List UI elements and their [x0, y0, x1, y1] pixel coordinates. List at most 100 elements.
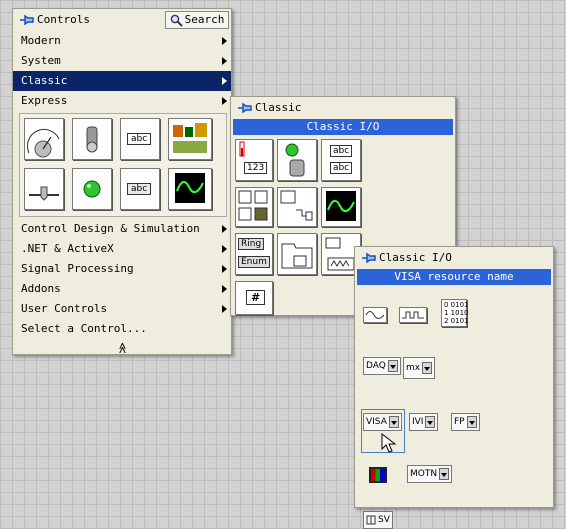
toggle-switch-icon[interactable] [72, 118, 112, 160]
classic-io-titlebar[interactable]: Classic I/O [355, 247, 553, 269]
menu-item-user-controls[interactable]: User Controls [13, 299, 231, 319]
digital-data-icon[interactable]: 0 0101 1 1010 2 0101 [441, 299, 469, 327]
shared-variable-control[interactable]: SV [363, 511, 393, 529]
dropdown-arrow-icon[interactable] [388, 416, 399, 428]
menu-item-addons[interactable]: Addons [13, 279, 231, 299]
menu-item-label: Addons [21, 282, 61, 295]
submenu-arrow-icon [222, 77, 227, 85]
pushpin-icon[interactable] [19, 13, 35, 27]
dropdown-arrow-icon[interactable] [387, 360, 398, 372]
menu-item-label: Modern [21, 34, 61, 47]
submenu-arrow-icon [222, 285, 227, 293]
submenu-arrow-icon [222, 97, 227, 105]
dropdown-arrow-icon[interactable] [422, 362, 433, 374]
motion-control[interactable]: MOTN [407, 465, 453, 483]
menu-item-classic[interactable]: Classic [13, 71, 231, 91]
refnum-label: # [246, 290, 266, 305]
menu-item-signal-processing[interactable]: Signal Processing [13, 259, 231, 279]
menu-item-system[interactable]: System [13, 51, 231, 71]
string-control-label: abc [127, 133, 152, 145]
pushpin-icon[interactable] [237, 101, 253, 115]
daq-label: DAQ [366, 361, 386, 371]
ring-label: Ring [238, 238, 265, 250]
dropdown-arrow-icon[interactable] [439, 468, 450, 480]
graph-indicator-icon[interactable] [168, 168, 212, 210]
enum-label: Enum [238, 256, 270, 268]
express-array-cluster-icon[interactable] [168, 118, 212, 160]
menu-item-select-a-control[interactable]: Select a Control... [13, 319, 231, 339]
menu-item-net-activex[interactable]: .NET & ActiveX [13, 239, 231, 259]
collapse-button[interactable]: ≪ [13, 339, 231, 357]
mx-label: mx [406, 363, 421, 373]
ivi-control[interactable]: IVI [409, 413, 439, 431]
menu-item-label: .NET & ActiveX [21, 242, 114, 255]
menu-item-label: System [21, 54, 61, 67]
submenu-arrow-icon [222, 265, 227, 273]
led-icon[interactable] [72, 168, 112, 210]
submenu-arrow-icon [222, 37, 227, 45]
string-a-label: abc [330, 145, 353, 157]
visa-label: VISA [366, 417, 387, 427]
classic-io-header: Classic I/O [233, 119, 453, 135]
menu-item-modern[interactable]: Modern [13, 31, 231, 51]
visa-resource-control[interactable]: VISA [363, 413, 402, 431]
classic-io-palette: Classic I/O VISA resource name 0 0101 1 … [354, 246, 554, 529]
boolean-led-icon[interactable] [277, 139, 317, 181]
numeric-value: 123 [244, 162, 268, 174]
motn-label: MOTN [410, 469, 438, 479]
category-menu-lower: Control Design & Simulation .NET & Active… [13, 219, 231, 339]
menu-item-label: Express [21, 94, 68, 107]
collapse-chevron-icon: ≪ [115, 342, 129, 354]
controls-title: Controls [37, 13, 90, 26]
search-icon [170, 14, 183, 27]
string-path-icon[interactable]: abc abc [321, 139, 361, 181]
menu-item-label: Classic [21, 74, 68, 87]
imaq-image-icon[interactable] [369, 467, 387, 483]
fp-control[interactable]: FP [451, 413, 480, 431]
submenu-arrow-icon [222, 57, 227, 65]
ivi-label: IVI [412, 417, 424, 427]
string-indicator-label: abc [127, 183, 152, 195]
search-button[interactable]: Search [165, 11, 229, 29]
visa-resource-header: VISA resource name [357, 269, 551, 285]
sv-label: SV [378, 515, 390, 525]
waveform-icon[interactable] [363, 307, 387, 323]
express-icon-grid: abc abc [19, 113, 227, 217]
string-indicator-icon[interactable]: abc [120, 168, 160, 210]
menu-item-label: User Controls [21, 302, 108, 315]
string-control-icon[interactable]: abc [120, 118, 160, 160]
digital-waveform-icon[interactable] [399, 307, 427, 323]
ring-enum-icon[interactable]: Ring Enum [235, 233, 273, 275]
category-menu: Modern System Classic Express [13, 31, 231, 111]
string-b-label: abc [330, 162, 353, 174]
menu-item-express[interactable]: Express [13, 91, 231, 111]
menu-item-label: Signal Processing [21, 262, 134, 275]
menu-item-label: Select a Control... [21, 322, 147, 335]
fp-label: FP [454, 417, 465, 427]
slider-icon[interactable] [24, 168, 64, 210]
shared-variable-icon [366, 515, 376, 525]
classic-io-icon-grid: 0 0101 1 1010 2 0101 DAQ mx VISA IVI FP [355, 285, 553, 529]
refnum-icon[interactable]: # [235, 281, 273, 315]
array-matrix-icon[interactable] [235, 187, 273, 227]
submenu-arrow-icon [222, 225, 227, 233]
submenu-arrow-icon [222, 245, 227, 253]
container-icon[interactable] [277, 233, 317, 275]
daq-channel-control[interactable]: DAQ [363, 357, 401, 375]
knob-gauge-icon[interactable] [24, 118, 64, 160]
menu-item-control-design-simulation[interactable]: Control Design & Simulation [13, 219, 231, 239]
mouse-cursor-icon [381, 433, 397, 453]
controls-palette: Controls Search Modern System Classic Expre… [12, 8, 232, 355]
dropdown-arrow-icon[interactable] [466, 416, 477, 428]
graph-icon[interactable] [321, 187, 361, 227]
numeric-control-icon[interactable]: 123 [235, 139, 273, 181]
binary-label: 0 0101 1 1010 2 0101 [444, 301, 469, 325]
classic-titlebar[interactable]: Classic [231, 97, 455, 119]
pushpin-icon[interactable] [361, 251, 377, 265]
controls-titlebar[interactable]: Controls Search [13, 9, 231, 31]
mx-control[interactable]: mx [403, 357, 436, 379]
dropdown-arrow-icon[interactable] [425, 416, 436, 428]
search-label: Search [184, 13, 225, 26]
list-table-icon[interactable] [277, 187, 317, 227]
menu-item-label: Control Design & Simulation [21, 222, 200, 235]
